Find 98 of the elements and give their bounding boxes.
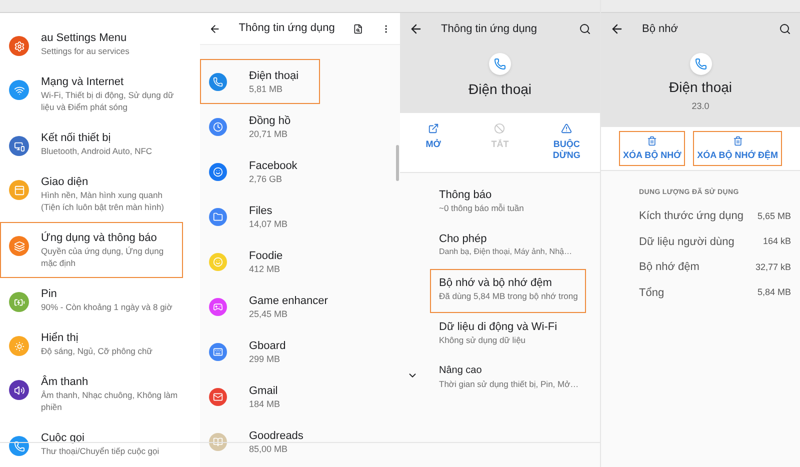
action-button[interactable]: MỞ	[408, 123, 458, 150]
item-title: Hiển thị	[41, 331, 80, 345]
settings-item[interactable]: Mạng và Internet Wi-Fi, Thiết bị di động, Sử dụng dữ liệu và Điểm phát sóng	[0, 66, 183, 122]
app-size: 25,45 MB	[249, 308, 289, 320]
storage-label: Bộ nhớ đệm	[639, 260, 700, 275]
info-item[interactable]: Nâng cao Thời gian sử dụng thiết bị, Pin, Mở…	[430, 357, 586, 401]
item-title: Mạng và Internet	[41, 75, 125, 89]
app-name: Goodreads	[249, 428, 304, 442]
settings-item[interactable]: Hiển thị Độ sáng, Ngủ, Cỡ phông chữ	[0, 322, 183, 366]
app-version: 23.0	[692, 100, 710, 113]
clear-button[interactable]: XÓA BỘ NHỚ	[619, 131, 686, 166]
info-item[interactable]: Thông báo ~0 thông báo mỗi tuần	[430, 181, 586, 225]
storage-value: 5,65 MB	[757, 210, 791, 222]
item-title: Cho phép	[439, 232, 488, 246]
app-name: Điện thoại	[249, 68, 299, 82]
storage-label: Kích thước ứng dụng	[639, 209, 744, 224]
item-title: Bộ nhớ và bộ nhớ đệm	[439, 276, 553, 290]
app-size: 14,07 MB	[249, 218, 288, 230]
scrollbar[interactable]	[396, 145, 399, 181]
item-title: Pin	[41, 287, 58, 301]
app-item[interactable]: Gboard 299 MB	[200, 329, 307, 374]
trash-icon	[732, 136, 743, 146]
storage-value: 5,84 MB	[757, 286, 791, 299]
app-size: 299 MB	[249, 352, 282, 364]
item-title: Ứng dụng và thông báo	[41, 231, 158, 245]
app-size: 85,00 MB	[249, 442, 289, 454]
item-subtitle: Thời gian sử dụng thiết bị, Pin, Mở…	[439, 378, 580, 390]
item-subtitle: Độ sáng, Ngủ, Cỡ phông chữ	[41, 345, 152, 357]
item-subtitle: Bluetooth, Android Auto, NFC	[41, 145, 152, 157]
app-name: Facebook	[249, 158, 298, 172]
app-item[interactable]: Game enhancer 25,45 MB	[200, 284, 349, 329]
phone-app-icon	[690, 53, 712, 75]
disabled-icon	[494, 123, 506, 134]
item-subtitle: Hình nền, Màn hình xung quanh (Tiện ích luôn bật trên màn hình)	[41, 189, 166, 213]
action-button[interactable]: BUỘC DỪNG	[542, 123, 592, 161]
item-title: Âm thanh	[41, 375, 90, 389]
item-subtitle: Đã dùng 5,84 MB trong bộ nhớ trong	[439, 290, 579, 302]
settings-item[interactable]: au Settings Menu Settings for au services	[0, 22, 183, 66]
item-title: Thông báo	[439, 188, 493, 202]
app-item[interactable]: Đồng hồ 20,71 MB	[200, 104, 312, 149]
app-item[interactable]: Điện thoại 5,81 MB	[200, 59, 320, 104]
item-title: Giao diện	[41, 175, 90, 189]
search-icon[interactable]	[579, 23, 591, 35]
app-name: Files	[249, 204, 274, 218]
info-item[interactable]: Dữ liệu di động và Wi-Fi Không sử dụng dữ liệu	[430, 313, 586, 357]
item-subtitle: ~0 thông báo mỗi tuần	[439, 202, 525, 214]
storage-label: Tổng	[639, 286, 664, 300]
app-size: 5,81 MB	[249, 82, 284, 94]
item-subtitle: Settings for au services	[41, 45, 130, 57]
settings-item[interactable]: Giao diện Hình nền, Màn hình xung quanh (Tiện ích luôn bật trên màn hình)	[0, 166, 183, 222]
clear-button[interactable]: XÓA BỘ NHỚ ĐỆM	[693, 131, 782, 166]
app-bar-title: Thông tin ứng dụng	[238, 21, 335, 36]
app-name: Game enhancer	[249, 294, 328, 308]
item-title: au Settings Menu	[41, 31, 128, 45]
item-subtitle: 90% - Còn khoảng 1 ngày và 8 giờ	[41, 301, 172, 313]
app-bar-title: Bộ nhớ	[642, 22, 679, 37]
item-subtitle: Quyền của ứng dụng, Ứng dụng mặc định	[41, 245, 165, 269]
info-item[interactable]: Bộ nhớ và bộ nhớ đệm Đã dùng 5,84 MB trong bộ nhớ trong	[430, 269, 586, 313]
back-icon[interactable]	[610, 22, 624, 36]
trash-icon	[647, 136, 658, 146]
back-icon[interactable]	[409, 22, 423, 36]
item-title: Kết nối thiết bị	[41, 131, 112, 145]
item-title: Dữ liệu di động và Wi-Fi	[439, 320, 558, 334]
storage-value: 164 kB	[762, 235, 791, 248]
app-name: Gmail	[249, 384, 279, 398]
info-item[interactable]: Cho phép Danh bạ, Điện thoại, Máy ảnh, Nhậ…	[430, 225, 586, 269]
storage-label: Dữ liệu người dùng	[639, 234, 734, 250]
settings-item[interactable]: Kết nối thiết bị Bluetooth, Android Auto, NFC	[0, 122, 183, 166]
warning-icon	[561, 123, 572, 134]
open-icon	[428, 123, 439, 134]
app-size: 412 MB	[249, 262, 282, 274]
item-subtitle: Danh bạ, Điện thoại, Máy ảnh, Nhậ…	[439, 246, 573, 258]
app-name: Gboard	[249, 338, 286, 352]
app-size: 20,71 MB	[249, 128, 289, 140]
app-name: Foodie	[249, 248, 283, 262]
item-title: Nâng cao	[439, 364, 483, 378]
app-item[interactable]: Foodie 412 MB	[200, 239, 304, 284]
item-subtitle: Không sử dụng dữ liệu	[439, 334, 527, 346]
app-size: 184 MB	[249, 398, 280, 410]
phone-app-icon	[489, 53, 511, 75]
item-subtitle: Wi-Fi, Thiết bị di động, Sử dụng dữ liệu và Điểm phát sóng	[41, 89, 175, 113]
settings-item[interactable]: Âm thanh Âm thanh, Nhạc chuông, Không làm phiền	[0, 366, 183, 422]
app-item[interactable]: Files 14,07 MB	[200, 194, 309, 239]
settings-item[interactable]: Pin 90% - Còn khoảng 1 ngày và 8 giờ	[0, 278, 183, 322]
item-subtitle: Thư thoại/Chuyển tiếp cuộc gọi	[41, 445, 160, 457]
app-size: 2,76 GB	[249, 172, 284, 184]
app-item[interactable]: Goodreads 85,00 MB	[200, 419, 324, 464]
app-name: Điện thoại	[668, 79, 732, 96]
search-icon[interactable]	[352, 22, 363, 34]
app-item[interactable]: Gmail 184 MB	[200, 374, 302, 419]
app-bar-title: Thông tin ứng dụng	[441, 22, 538, 37]
app-name: Điện thoại	[468, 81, 532, 98]
storage-value: 32,77 kB	[755, 260, 791, 274]
app-name: Đồng hồ	[249, 114, 291, 128]
search-icon[interactable]	[779, 23, 791, 35]
item-subtitle: Âm thanh, Nhạc chuông, Không làm phiền	[41, 389, 179, 413]
app-item[interactable]: Facebook 2,76 GB	[200, 149, 318, 194]
settings-item[interactable]: Ứng dụng và thông báo Quyền của ứng dụng, Ứng dụng mặc định	[0, 222, 183, 278]
